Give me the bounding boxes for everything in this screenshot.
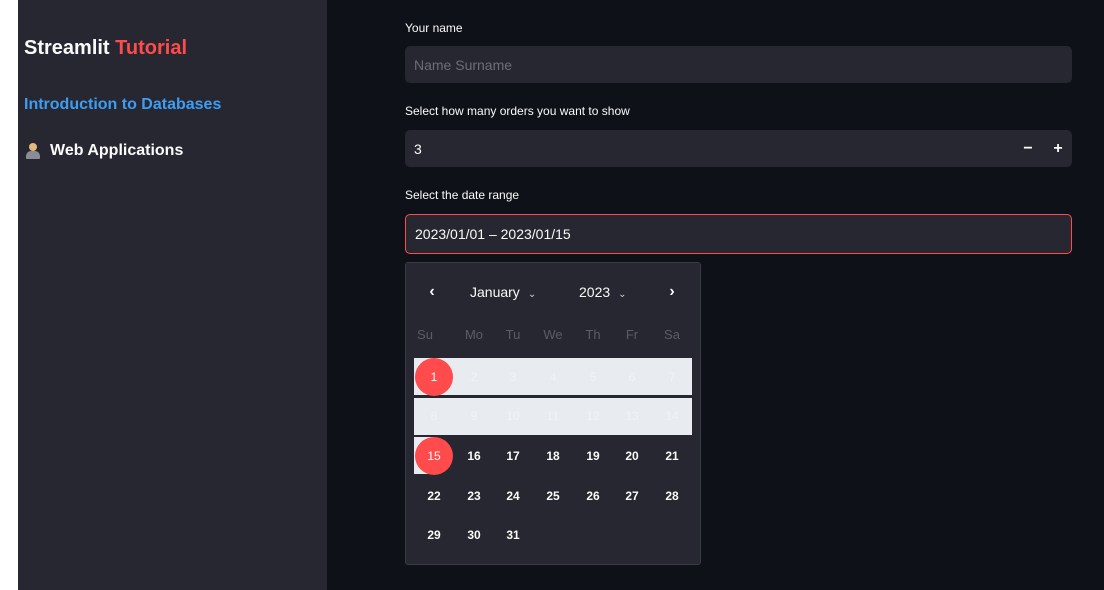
sidebar-item-web-applications[interactable]: Web Applications: [24, 142, 183, 160]
calendar-day-30[interactable]: 30: [455, 516, 493, 554]
calendar-day-26[interactable]: 26: [574, 477, 612, 515]
weekday-header: Tu: [505, 327, 521, 342]
sidebar: Streamlit Tutorial Introduction to Datab…: [18, 0, 327, 590]
name-input[interactable]: Name Surname: [405, 46, 1072, 83]
calendar-day-6[interactable]: 6: [613, 358, 651, 396]
calendar-day-4[interactable]: 4: [534, 358, 572, 396]
next-month-button[interactable]: ›: [664, 283, 680, 301]
calendar-day-20[interactable]: 20: [613, 437, 651, 475]
weekday-header: Th: [585, 327, 601, 342]
calendar-day-31[interactable]: 31: [494, 516, 532, 554]
weekday-header: We: [543, 327, 563, 342]
increment-button[interactable]: +: [1044, 130, 1072, 167]
date-picker-popover: ‹ January ⌄ 2023 ⌄ › Su Mo Tu We Th Fr Sa …: [405, 262, 701, 565]
calendar-day-28[interactable]: 28: [653, 477, 691, 515]
calendar-day-11[interactable]: 11: [534, 397, 572, 435]
brand-accent-text: Tutorial: [115, 37, 188, 59]
app-brand-title: Streamlit Tutorial: [24, 37, 187, 60]
calendar-day-7[interactable]: 7: [653, 358, 691, 396]
weekday-header: Mo: [464, 327, 484, 342]
calendar-day-1[interactable]: 1: [415, 358, 453, 396]
decrement-button[interactable]: −: [1014, 130, 1042, 167]
calendar-day-2[interactable]: 2: [455, 358, 493, 396]
calendar-header: ‹ January ⌄ 2023 ⌄ › Su Mo Tu We Th Fr Sa: [406, 263, 700, 349]
calendar-day-24[interactable]: 24: [494, 477, 532, 515]
calendar-day-22[interactable]: 22: [415, 477, 453, 515]
calendar-day-5[interactable]: 5: [574, 358, 612, 396]
chevron-down-icon: ⌄: [618, 289, 627, 300]
month-value: January: [470, 284, 520, 300]
name-field-label: Your name: [405, 21, 463, 35]
year-select[interactable]: 2023 ⌄: [579, 284, 627, 300]
calendar-day-13[interactable]: 13: [613, 397, 651, 435]
date-range-label: Select the date range: [405, 188, 520, 202]
main-content: Your name Name Surname Select how many o…: [327, 0, 1104, 590]
calendar-day-23[interactable]: 23: [455, 477, 493, 515]
calendar-day-16[interactable]: 16: [455, 437, 493, 475]
calendar-day-3[interactable]: 3: [494, 358, 532, 396]
previous-month-button[interactable]: ‹: [424, 283, 440, 301]
year-value: 2023: [579, 284, 611, 300]
weekday-header: Su: [417, 327, 433, 342]
calendar-day-29[interactable]: 29: [415, 516, 453, 554]
calendar-day-18[interactable]: 18: [534, 437, 572, 475]
sidebar-item-label: Web Applications: [50, 142, 184, 159]
date-range-input[interactable]: 2023/01/01 – 2023/01/15: [405, 214, 1072, 254]
calendar-day-12[interactable]: 12: [574, 397, 612, 435]
calendar-day-14[interactable]: 14: [653, 397, 691, 435]
technologist-icon: [24, 142, 42, 160]
orders-value: 3: [414, 140, 422, 157]
calendar-day-19[interactable]: 19: [574, 437, 612, 475]
calendar-day-17[interactable]: 17: [494, 437, 532, 475]
app-window: Streamlit Tutorial Introduction to Datab…: [18, 0, 1104, 590]
calendar-day-9[interactable]: 9: [455, 397, 493, 435]
calendar-day-15[interactable]: 15: [415, 437, 453, 475]
calendar-day-8[interactable]: 8: [415, 397, 453, 435]
chevron-down-icon: ⌄: [527, 289, 537, 300]
orders-field-label: Select how many orders you want to show: [405, 104, 630, 118]
weekday-header: Sa: [664, 327, 680, 342]
brand-main-text: Streamlit: [24, 37, 110, 59]
sidebar-item-introduction-to-databases[interactable]: Introduction to Databases: [24, 96, 221, 114]
weekday-header: Fr: [625, 327, 639, 342]
orders-number-input[interactable]: 3 − +: [405, 130, 1072, 167]
calendar-day-27[interactable]: 27: [613, 477, 651, 515]
calendar-day-21[interactable]: 21: [653, 437, 691, 475]
month-select[interactable]: January ⌄: [470, 284, 536, 300]
calendar-day-10[interactable]: 10: [494, 397, 532, 435]
calendar-day-25[interactable]: 25: [534, 477, 572, 515]
